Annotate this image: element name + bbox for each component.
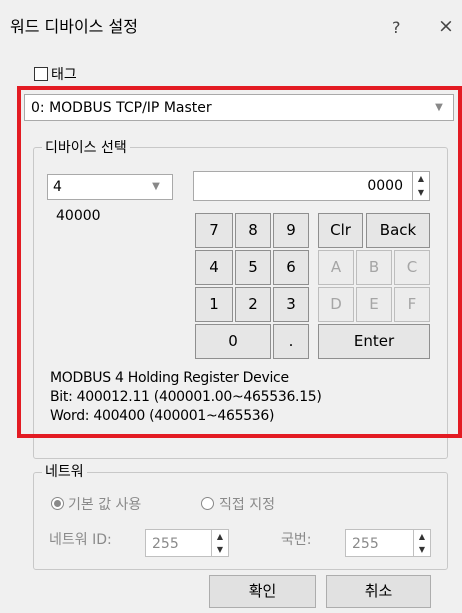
station-input[interactable]: 255 ▲ ▼ [345, 529, 431, 557]
ok-button[interactable]: 확인 [209, 575, 316, 608]
network-id-label: 네트워 ID: [49, 532, 112, 548]
spin-up-icon[interactable]: ▲ [212, 530, 228, 543]
network-id-value: 255 [152, 536, 179, 552]
highlight-box [17, 86, 462, 438]
help-button[interactable]: ? [392, 18, 401, 37]
network-id-input[interactable]: 255 ▲ ▼ [145, 529, 229, 557]
spin-up-icon[interactable]: ▲ [414, 530, 430, 543]
station-spinner[interactable]: ▲ ▼ [413, 530, 430, 556]
tag-checkbox[interactable] [34, 67, 48, 81]
network-legend: 네트워 [42, 461, 87, 481]
tag-label: 태그 [51, 67, 77, 83]
cancel-button[interactable]: 취소 [326, 575, 431, 608]
spin-down-icon[interactable]: ▼ [212, 543, 228, 556]
radio-default[interactable] [51, 497, 64, 510]
radio-default-label: 기본 값 사용 [68, 497, 142, 513]
close-button[interactable]: × [438, 15, 454, 37]
network-id-spinner[interactable]: ▲ ▼ [211, 530, 228, 556]
window-title: 워드 디바이스 설정 [10, 17, 138, 36]
spin-down-icon[interactable]: ▼ [414, 543, 430, 556]
radio-dot-icon [54, 500, 61, 507]
station-label: 국번: [281, 532, 312, 548]
radio-direct[interactable] [201, 497, 214, 510]
station-value: 255 [352, 536, 379, 552]
radio-direct-label: 직접 지정 [219, 497, 275, 513]
